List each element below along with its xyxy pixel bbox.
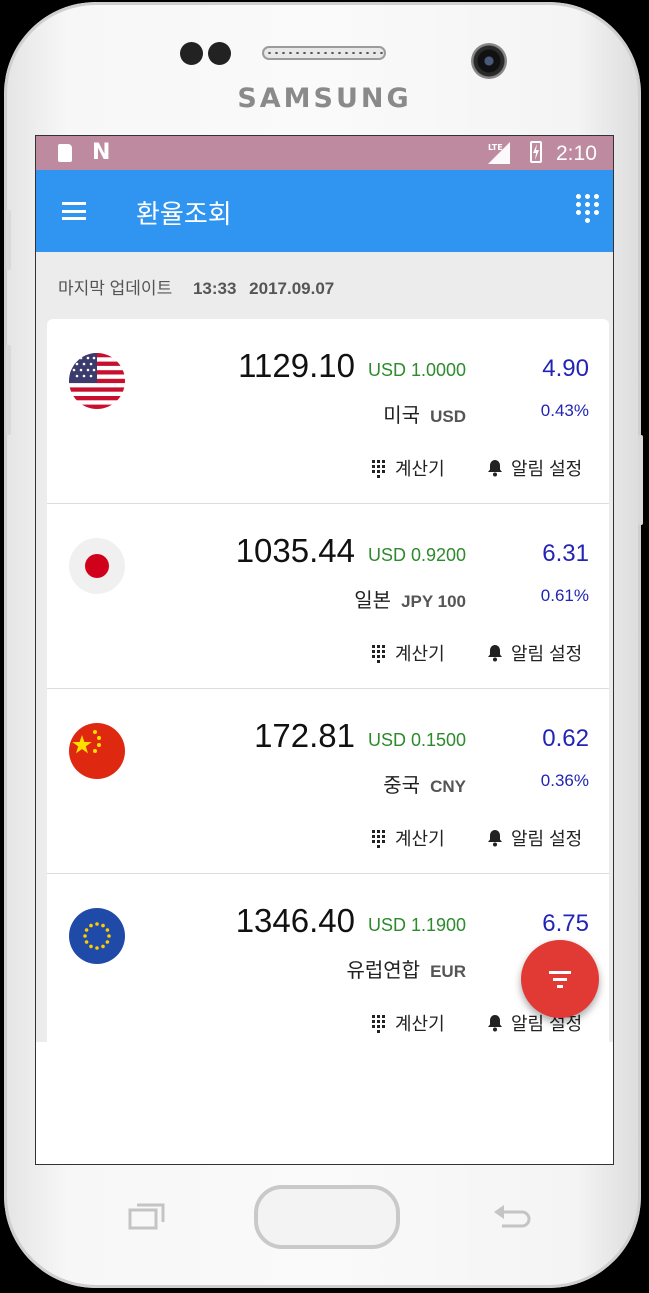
volume-down-button (6, 345, 11, 435)
sensor-dot (180, 42, 203, 65)
last-update-label: 마지막 업데이트 (58, 279, 173, 298)
calculator-button[interactable]: 계산기 (372, 1010, 445, 1036)
front-camera (471, 43, 507, 79)
alarm-setting-button[interactable]: 알림 설정 (487, 640, 582, 666)
alarm-label: 알림 설정 (511, 829, 583, 849)
bell-icon (488, 830, 502, 847)
rate-change: 4.90 (542, 355, 589, 382)
jp-flag-icon (69, 538, 125, 594)
calculator-label: 계산기 (395, 459, 445, 479)
calculator-label: 계산기 (395, 1014, 445, 1034)
page-title: 환율조회 (136, 199, 232, 229)
last-update-date: 2017.09.07 (249, 279, 335, 298)
country-name: 중국 (383, 775, 421, 797)
rate-change: 0.62 (542, 725, 589, 752)
rate-change: 6.75 (542, 910, 589, 937)
bell-icon (488, 1015, 502, 1032)
calculator-icon (372, 830, 386, 848)
currency-name: 유럽연합 EUR (346, 954, 466, 983)
calculator-label: 계산기 (395, 644, 445, 664)
calculator-button[interactable]: 계산기 (372, 455, 445, 481)
currency-code: EUR (430, 962, 466, 981)
rate-value: 1346.40 (235, 902, 355, 939)
us-flag-icon (69, 353, 125, 409)
filter-fab-button[interactable] (521, 940, 599, 1018)
currency-code: CNY (430, 777, 466, 796)
currency-name: 중국 CNY (383, 769, 466, 798)
calculator-icon (372, 645, 386, 663)
alarm-label: 알림 설정 (511, 644, 583, 664)
last-update-time: 13:33 (192, 279, 237, 298)
rate-value: 172.81 (254, 717, 355, 754)
back-icon[interactable] (492, 1202, 532, 1230)
calculator-button[interactable]: 계산기 (372, 825, 445, 851)
base-rate: USD 0.9200 (368, 545, 467, 565)
power-button (638, 435, 643, 525)
rate-value: 1129.10 (238, 347, 355, 384)
brand-logo: SAMSUNG (237, 83, 412, 114)
bell-icon (488, 460, 502, 477)
currency-card-usd[interactable]: 1129.10 USD 1.0000 4.90 미국 USD 0.43% 계산기 … (47, 319, 609, 504)
calculator-icon (372, 460, 386, 478)
calculator-label: 계산기 (395, 829, 445, 849)
last-update: 마지막 업데이트 13:33 2017.09.07 (58, 274, 334, 299)
base-rate: USD 1.1900 (368, 915, 467, 935)
recent-apps-icon[interactable] (128, 1202, 166, 1230)
alarm-setting-button[interactable]: 알림 설정 (487, 825, 582, 851)
calculator-icon (372, 1015, 386, 1033)
eu-flag-icon (69, 908, 125, 964)
lte-signal-icon: LTE (488, 142, 510, 164)
status-bar: N LTE 2:10 (36, 136, 613, 170)
svg-text:LTE: LTE (488, 143, 503, 152)
rate-change-percent: 0.43% (540, 401, 589, 420)
cn-flag-icon (69, 723, 125, 779)
currency-list[interactable]: 1129.10 USD 1.0000 4.90 미국 USD 0.43% 계산기 … (47, 319, 609, 1164)
rate-change-percent: 0.36% (540, 771, 589, 790)
dialpad-icon[interactable] (576, 194, 602, 228)
base-rate: USD 0.1500 (368, 730, 467, 750)
battery-icon (530, 141, 542, 163)
volume-up-button (6, 210, 11, 270)
sd-card-icon (58, 144, 72, 162)
content-area: 마지막 업데이트 13:33 2017.09.07 1129.10 USD 1.… (36, 252, 613, 1164)
country-name: 유럽연합 (346, 960, 421, 982)
currency-name: 일본 JPY 100 (354, 584, 466, 613)
home-button[interactable] (254, 1185, 400, 1249)
currency-card-jpy[interactable]: 1035.44 USD 0.9200 6.31 일본 JPY 100 0.61% … (47, 504, 609, 689)
rate-value: 1035.44 (235, 532, 355, 569)
sensor-dot (208, 42, 231, 65)
rate-change-percent: 0.61% (540, 586, 589, 605)
country-name: 미국 (383, 405, 421, 427)
bell-icon (488, 645, 502, 662)
rate-change: 6.31 (542, 540, 589, 567)
clock: 2:10 (556, 142, 597, 165)
alarm-label: 알림 설정 (511, 459, 583, 479)
empty-area (36, 1042, 613, 1164)
calculator-button[interactable]: 계산기 (372, 640, 445, 666)
hamburger-menu-icon[interactable] (62, 202, 86, 220)
n-notification-icon: N (92, 140, 111, 165)
earpiece-speaker (262, 46, 386, 60)
base-rate: USD 1.0000 (368, 360, 467, 380)
currency-card-cny[interactable]: 172.81 USD 0.1500 0.62 중국 CNY 0.36% 계산기 알… (47, 689, 609, 874)
currency-name: 미국 USD (383, 399, 466, 428)
currency-code: JPY 100 (401, 592, 466, 611)
country-name: 일본 (354, 590, 392, 612)
screen: N LTE 2:10 환율조회 마지막 업데이트 13:33 2017.09.0… (35, 135, 614, 1165)
currency-code: USD (430, 407, 466, 426)
alarm-setting-button[interactable]: 알림 설정 (487, 455, 582, 481)
app-bar: 환율조회 (36, 170, 613, 252)
